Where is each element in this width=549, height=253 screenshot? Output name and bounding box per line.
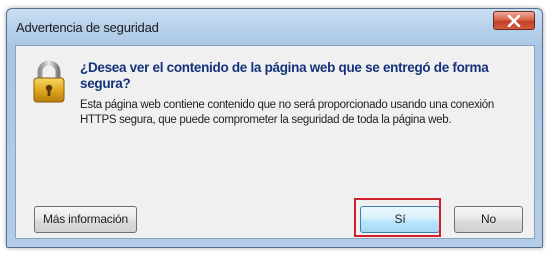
more-info-label: Más información (42, 212, 129, 226)
window-title: Advertencia de seguridad (16, 20, 159, 35)
more-info-button[interactable]: Más información (34, 206, 137, 233)
main-question: ¿Desea ver el contenido de la página web… (80, 60, 489, 91)
dialog-body: ¿Desea ver el contenido de la página web… (15, 45, 535, 239)
security-warning-dialog: Advertencia de seguridad ¿Desea ver el c… (6, 8, 543, 248)
title-bar[interactable]: Advertencia de seguridad (7, 9, 542, 45)
close-button[interactable] (493, 11, 535, 30)
no-label: No (481, 212, 496, 226)
yes-button[interactable]: Sí (360, 206, 440, 233)
no-button[interactable]: No (454, 206, 523, 233)
description-text: Esta página web contiene contenido que n… (80, 99, 494, 126)
close-icon (507, 14, 521, 28)
lock-icon (33, 60, 65, 103)
yes-label: Sí (394, 212, 406, 226)
